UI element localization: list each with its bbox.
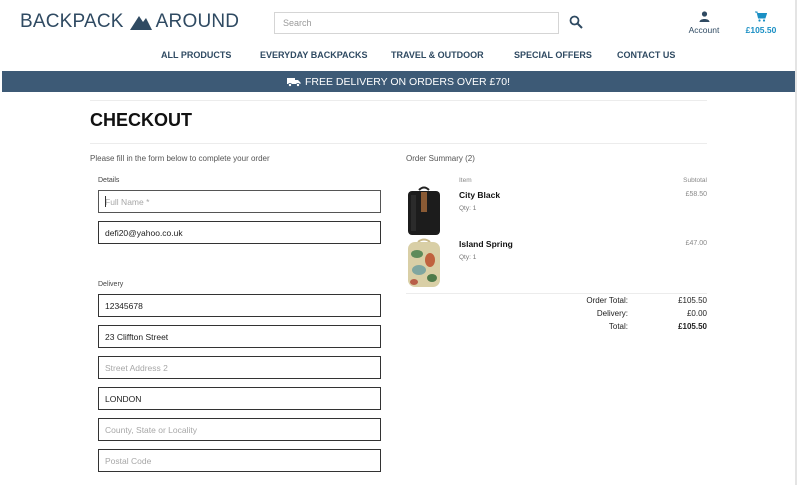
order-summary-title: Order Summary (2)	[406, 154, 475, 163]
cart-link[interactable]: £105.50	[741, 11, 781, 35]
account-link[interactable]: Account	[684, 11, 724, 35]
postcode-input[interactable]	[99, 450, 380, 471]
item-quantity: Qty: 1	[459, 254, 477, 261]
county-input[interactable]	[99, 419, 380, 440]
item-subtotal: £58.50	[685, 191, 707, 198]
postcode-field	[98, 449, 381, 472]
divider	[406, 293, 707, 294]
delivery-cost-label: Delivery:	[596, 309, 628, 318]
banner-text: FREE DELIVERY ON ORDERS OVER £70!	[304, 75, 510, 88]
account-label: Account	[688, 25, 720, 35]
nav-travel-outdoor[interactable]: TRAVEL & OUTDOOR	[391, 50, 484, 60]
free-delivery-banner: FREE DELIVERY ON ORDERS OVER £70!	[2, 71, 795, 92]
full-name-field	[98, 190, 381, 213]
street-address-1-field	[98, 325, 381, 348]
delivery-truck-icon	[286, 77, 301, 87]
phone-input[interactable]	[99, 295, 380, 316]
grand-total-value: £105.50	[678, 322, 707, 331]
details-legend: Details	[98, 177, 120, 184]
grand-total-label: Total:	[608, 322, 628, 331]
city-black-backpack-image	[408, 186, 440, 235]
column-header-subtotal: Subtotal	[683, 177, 707, 184]
email-field	[98, 221, 381, 244]
order-total-label: Order Total:	[586, 296, 628, 305]
street-address-2-input[interactable]	[99, 357, 380, 378]
page-title: CHECKOUT	[90, 110, 192, 130]
full-name-input[interactable]	[99, 191, 380, 212]
divider	[90, 143, 707, 144]
nav-special-offers[interactable]: SPECIAL OFFERS	[514, 50, 592, 60]
delivery-cost-value: £0.00	[686, 309, 707, 318]
logo-text-right: AROUND	[155, 11, 240, 32]
nav-everyday-backpacks[interactable]: EVERYDAY BACKPACKS	[260, 50, 368, 60]
email-input[interactable]	[99, 222, 380, 243]
nav-contact-us[interactable]: CONTACT US	[617, 50, 675, 60]
order-total-value: £105.50	[678, 296, 707, 305]
shopping-cart-icon	[755, 11, 767, 22]
item-name: City Black	[459, 190, 501, 200]
island-spring-backpack-image	[408, 238, 440, 287]
search-icon[interactable]	[569, 15, 583, 29]
site-logo[interactable]: BACKPACK AROUND	[20, 11, 239, 33]
item-name: Island Spring	[459, 239, 513, 249]
item-quantity: Qty: 1	[459, 205, 477, 212]
divider	[90, 100, 707, 101]
column-header-item: Item	[459, 177, 472, 184]
user-icon	[699, 11, 709, 22]
form-intro: Please fill in the form below to complet…	[90, 154, 270, 163]
logo-text-left: BACKPACK	[20, 11, 124, 32]
item-subtotal: £47.00	[685, 240, 707, 247]
mountain-logo-icon	[129, 16, 152, 30]
main-nav: ALL PRODUCTS EVERYDAY BACKPACKS TRAVEL &…	[0, 50, 797, 64]
delivery-legend: Delivery	[98, 281, 124, 288]
county-field	[98, 418, 381, 441]
street-address-2-field	[98, 356, 381, 379]
search-input[interactable]	[275, 13, 558, 33]
town-field	[98, 387, 381, 410]
phone-field	[98, 294, 381, 317]
town-input[interactable]	[99, 388, 380, 409]
cart-total: £105.50	[745, 25, 777, 35]
street-address-1-input[interactable]	[99, 326, 380, 347]
site-header: BACKPACK AROUND Account £105.50 ALL PROD…	[0, 0, 797, 70]
nav-all-products[interactable]: ALL PRODUCTS	[161, 50, 231, 60]
search-box	[274, 12, 559, 34]
